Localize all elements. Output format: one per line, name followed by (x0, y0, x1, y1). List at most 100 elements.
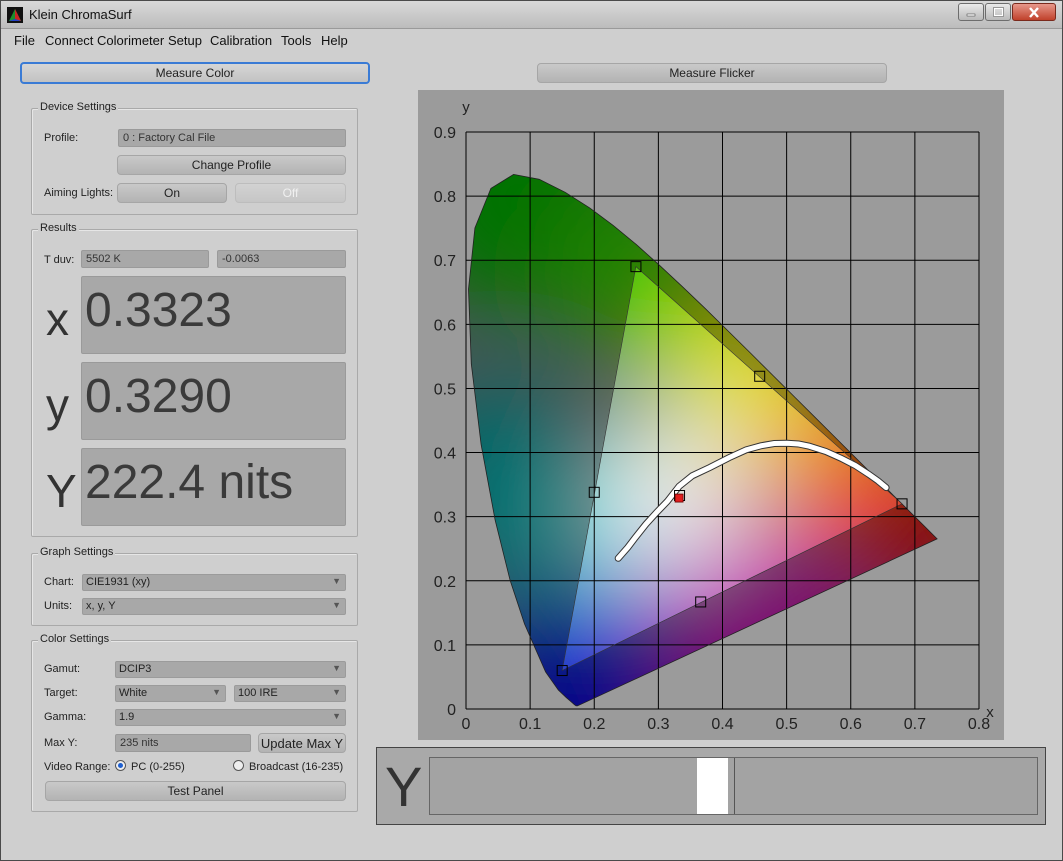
y-tick-label: 0 (447, 702, 456, 719)
chart-type-value: CIE1931 (xy) (86, 576, 151, 588)
window-controls (957, 3, 1056, 21)
x-tick-label: 0.6 (840, 716, 862, 733)
color-temperature-field: 5502 K (81, 250, 209, 268)
close-button[interactable] (1012, 3, 1056, 21)
menu-bar: File Connect Colorimeter Setup Calibrati… (1, 30, 1062, 52)
y-axis-label: y (462, 99, 470, 116)
cie-chromaticity-chart[interactable]: 0 0.1 0.2 0.3 0.4 0.5 0.6 0.7 0.8 0 0.1 0.2 0.3 0.4 0.… (418, 90, 1004, 740)
luminance-bar-letter: Y (385, 755, 423, 818)
y-tick-label: 0.8 (434, 189, 456, 206)
broadcast-range-radio[interactable] (233, 760, 244, 771)
window-title: Klein ChromaSurf (29, 7, 132, 22)
y-tick-label: 0.9 (434, 125, 456, 142)
aiming-off-button[interactable]: Off (235, 183, 346, 203)
menu-setup[interactable]: Setup (168, 33, 202, 48)
menu-connect-colorimeter[interactable]: Connect Colorimeter (45, 33, 164, 48)
color-settings-group: Color Settings Gamut: DCIP3 ▼ Target: Wh… (31, 633, 358, 812)
chevron-down-icon: ▼ (332, 687, 341, 697)
chevron-down-icon: ▼ (332, 600, 341, 610)
units-label: Units: (44, 600, 73, 612)
change-profile-button[interactable]: Change Profile (117, 155, 346, 175)
chromaticity-chart-panel[interactable]: 0 0.1 0.2 0.3 0.4 0.5 0.6 0.7 0.8 0 0.1 0.2 0.3 0.4 0.… (418, 90, 1004, 740)
gamut-select[interactable]: DCIP3 ▼ (115, 661, 346, 678)
broadcast-range-label[interactable]: Broadcast (16-235) (249, 761, 343, 773)
gamma-value: 1.9 (119, 711, 135, 723)
menu-calibration[interactable]: Calibration (210, 33, 272, 48)
maximize-button[interactable] (985, 3, 1011, 21)
chevron-down-icon: ▼ (332, 711, 341, 721)
y-tick-label: 0.5 (434, 381, 456, 398)
video-range-label: Video Range: (44, 761, 111, 773)
measure-flicker-button[interactable]: Measure Flicker (537, 63, 887, 83)
y-tick-label: 0.2 (434, 574, 456, 591)
x-tick-label: 0.5 (776, 716, 798, 733)
luminance-letter: Y (46, 465, 77, 517)
x-tick-label: 0.4 (711, 716, 733, 733)
aiming-on-button[interactable]: On (117, 183, 227, 203)
x-tick-label: 0.3 (647, 716, 669, 733)
gamut-value: DCIP3 (119, 663, 152, 675)
color-settings-title: Color Settings (38, 633, 112, 645)
units-value: x, y, Y (86, 600, 116, 612)
luminance-value-field: 222.4 nits (81, 448, 346, 526)
results-group: Results T duv: 5502 K -0.0063 x 0.3323 y… (31, 222, 358, 537)
menu-file[interactable]: File (14, 33, 35, 48)
target-value: White (119, 687, 148, 699)
y-tick-label: 0.4 (434, 446, 456, 463)
max-y-field[interactable]: 235 nits (115, 734, 251, 752)
measure-color-button[interactable]: Measure Color (20, 62, 370, 84)
luminance-target-marker (733, 758, 735, 814)
gamma-select[interactable]: 1.9 ▼ (115, 709, 346, 726)
chart-type-select[interactable]: CIE1931 (xy) ▼ (82, 574, 346, 591)
y-value-field: 0.3290 (81, 362, 346, 440)
target-level-value: 100 IRE (238, 687, 278, 699)
x-letter: x (46, 293, 69, 345)
x-tick-label: 0.7 (904, 716, 926, 733)
gamma-label: Gamma: (44, 711, 87, 723)
x-tick-label: 0.1 (519, 716, 541, 733)
max-y-label: Max Y: (44, 737, 78, 749)
x-tick-label: 0 (462, 716, 471, 733)
update-max-y-button[interactable]: Update Max Y (258, 733, 346, 753)
y-tick-label: 0.6 (434, 317, 456, 334)
chevron-down-icon: ▼ (332, 576, 341, 586)
minimize-button[interactable] (958, 3, 984, 21)
app-window: Klein ChromaSurf File Connect Colorimete… (0, 0, 1063, 861)
profile-field: 0 : Factory Cal File (118, 129, 346, 147)
target-label: Target: (44, 687, 78, 699)
title-bar[interactable]: Klein ChromaSurf (1, 1, 1062, 29)
pc-range-label[interactable]: PC (0-255) (131, 761, 185, 773)
x-value-field: 0.3323 (81, 276, 346, 354)
luminance-current-fill (697, 758, 729, 814)
x-axis-label: x (986, 704, 994, 721)
minimize-icon (966, 13, 976, 17)
target-level-select[interactable]: 100 IRE ▼ (234, 685, 346, 702)
units-select[interactable]: x, y, Y ▼ (82, 598, 346, 615)
graph-settings-title: Graph Settings (38, 546, 116, 558)
menu-tools[interactable]: Tools (281, 33, 311, 48)
test-panel-button[interactable]: Test Panel (45, 781, 346, 801)
target-select[interactable]: White ▼ (115, 685, 226, 702)
gamut-label: Gamut: (44, 663, 81, 675)
y-tick-label: 0.3 (434, 510, 456, 527)
close-icon (1029, 6, 1039, 18)
luminance-bar-panel: Y (376, 747, 1046, 825)
app-logo-icon (7, 7, 23, 23)
y-letter: y (46, 379, 69, 431)
duv-field: -0.0063 (217, 250, 346, 268)
chart-label: Chart: (44, 576, 74, 588)
results-title: Results (38, 222, 79, 234)
device-settings-title: Device Settings (38, 101, 119, 113)
tduv-label: T duv: (44, 254, 75, 266)
chevron-down-icon: ▼ (332, 663, 341, 673)
pc-range-radio[interactable] (115, 760, 126, 771)
x-tick-label: 0.2 (583, 716, 605, 733)
measured-point (674, 493, 684, 503)
graph-settings-group: Graph Settings Chart: CIE1931 (xy) ▼ Uni… (31, 546, 358, 626)
chevron-down-icon: ▼ (212, 687, 221, 697)
menu-help[interactable]: Help (321, 33, 348, 48)
aiming-lights-label: Aiming Lights: (44, 187, 114, 199)
luminance-bar (429, 757, 1038, 815)
device-settings-group: Device Settings Profile: 0 : Factory Cal… (31, 101, 358, 215)
maximize-icon (992, 7, 1004, 17)
